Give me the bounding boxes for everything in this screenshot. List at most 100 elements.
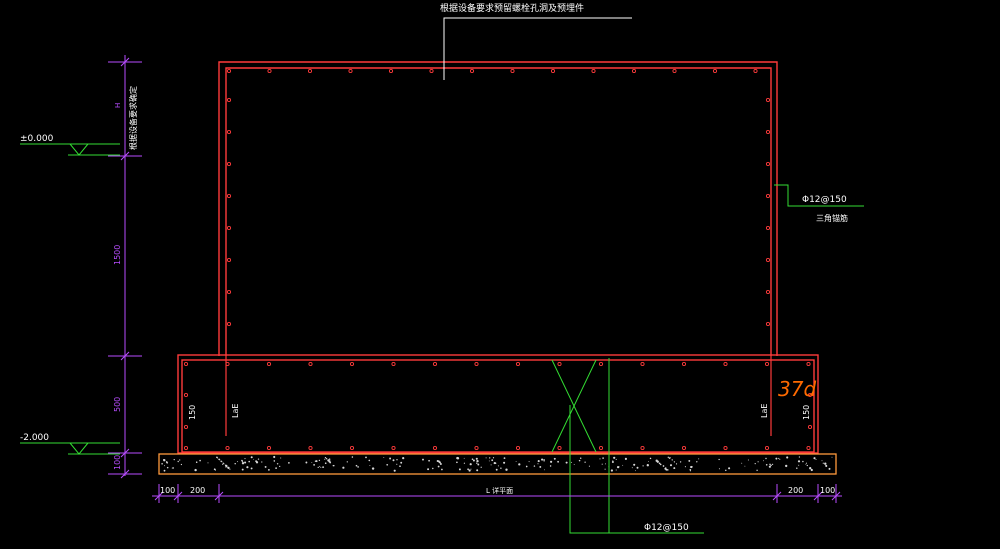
concrete-speckle bbox=[588, 465, 590, 467]
rebar-dot bbox=[432, 445, 438, 451]
dim-h-200-right: 200 bbox=[788, 486, 803, 495]
height-note-2: 根据设备要求确定 bbox=[128, 86, 138, 150]
concrete-speckle bbox=[549, 465, 552, 467]
rebar-dot bbox=[764, 445, 770, 451]
rebar-dot bbox=[598, 361, 604, 367]
concrete-speckle bbox=[754, 463, 756, 465]
rebar-dot bbox=[474, 445, 479, 451]
concrete-speckle bbox=[428, 459, 430, 462]
handwritten-note: 37d bbox=[778, 377, 816, 401]
concrete-speckle bbox=[396, 459, 398, 461]
concrete-speckle bbox=[273, 455, 276, 459]
level-bottom: -2.000 bbox=[20, 433, 49, 443]
concrete-speckle bbox=[579, 457, 582, 459]
concrete-speckle bbox=[324, 457, 327, 459]
concrete-speckle bbox=[802, 460, 804, 463]
rebar-dot bbox=[432, 361, 438, 367]
wall-rebar-note: 三角锚筋 bbox=[816, 213, 848, 223]
concrete-speckle bbox=[371, 467, 375, 470]
concrete-speckle bbox=[684, 466, 686, 468]
concrete-speckle bbox=[811, 468, 813, 471]
rebar-dot bbox=[765, 225, 771, 231]
concrete-speckle bbox=[537, 460, 540, 463]
concrete-speckle bbox=[762, 460, 764, 462]
concrete-speckle bbox=[515, 460, 517, 462]
rebar-dot bbox=[348, 68, 353, 74]
rebar-dot bbox=[183, 392, 189, 398]
rebar-dot bbox=[226, 97, 232, 103]
concrete-speckle bbox=[392, 459, 395, 462]
concrete-speckle bbox=[223, 463, 225, 465]
concrete-speckle bbox=[635, 470, 636, 472]
rebar-dot bbox=[631, 68, 637, 74]
concrete-speckle bbox=[456, 461, 458, 464]
concrete-speckle bbox=[615, 469, 617, 471]
concrete-speckle bbox=[671, 459, 673, 461]
rebar-dot bbox=[640, 361, 645, 367]
concrete-speckle bbox=[769, 463, 771, 466]
rebar-dot bbox=[226, 129, 232, 135]
rebar-dots bbox=[183, 68, 813, 451]
concrete-speckle bbox=[570, 461, 572, 463]
concrete-speckle bbox=[225, 464, 228, 468]
concrete-speckle bbox=[471, 458, 474, 460]
concrete-speckle bbox=[314, 460, 317, 462]
concrete-speckle bbox=[217, 457, 219, 459]
concrete-speckle bbox=[288, 462, 290, 464]
concrete-speckle bbox=[533, 465, 536, 467]
concrete-speckle bbox=[747, 459, 749, 461]
concrete-speckle bbox=[679, 461, 682, 463]
concrete-speckle bbox=[261, 461, 263, 463]
concrete-speckle bbox=[649, 457, 652, 460]
concrete-speckle bbox=[313, 464, 315, 466]
concrete-speckle bbox=[268, 469, 270, 471]
rebar-dot bbox=[765, 97, 771, 103]
rebar-dot bbox=[640, 445, 645, 451]
concrete-speckle bbox=[537, 463, 539, 465]
concrete-speckle bbox=[250, 456, 253, 459]
concrete-speckle bbox=[541, 458, 544, 461]
concrete-speckle bbox=[765, 457, 767, 460]
concrete-speckle bbox=[346, 461, 348, 463]
rebar-dot bbox=[226, 161, 232, 167]
concrete-speckle bbox=[505, 468, 508, 471]
concrete-speckle bbox=[325, 458, 328, 460]
concrete-speckle bbox=[824, 462, 827, 465]
concrete-speckle bbox=[642, 465, 644, 467]
concrete-speckle bbox=[675, 463, 678, 465]
concrete-speckle bbox=[244, 461, 247, 464]
concrete-speckle bbox=[798, 456, 801, 458]
dim-150-right: 150 bbox=[802, 405, 811, 420]
concrete-speckle bbox=[495, 468, 498, 471]
concrete-speckle bbox=[689, 468, 692, 471]
concrete-speckle bbox=[497, 465, 499, 467]
concrete-speckle bbox=[744, 465, 746, 467]
concrete-speckle bbox=[250, 467, 253, 470]
rebar-dot bbox=[557, 361, 562, 367]
concrete-speckle bbox=[253, 458, 255, 460]
concrete-speckle bbox=[578, 459, 581, 462]
rebar-dot bbox=[308, 361, 313, 367]
concrete-speckle bbox=[179, 459, 181, 461]
concrete-speckle bbox=[525, 465, 528, 468]
rebar-dot bbox=[723, 445, 728, 451]
concrete-speckle bbox=[246, 466, 249, 469]
concrete-speckle bbox=[221, 461, 223, 463]
rebar-dot bbox=[764, 361, 770, 367]
concrete-speckle bbox=[365, 456, 367, 459]
concrete-speckle bbox=[779, 458, 781, 460]
rebar-dot bbox=[226, 257, 232, 263]
concrete-speckle bbox=[257, 458, 260, 460]
concrete-speckle bbox=[171, 467, 173, 469]
concrete-speckle bbox=[237, 461, 239, 463]
concrete-speckle bbox=[797, 460, 801, 463]
concrete-speckle bbox=[602, 457, 604, 459]
rebar-dot bbox=[753, 68, 758, 74]
concrete-speckle bbox=[477, 463, 480, 466]
rebar-dot bbox=[266, 445, 272, 451]
concrete-speckle bbox=[796, 467, 798, 469]
concrete-speckle bbox=[616, 465, 620, 469]
rebar-dot bbox=[391, 361, 396, 367]
concrete-speckle bbox=[476, 469, 479, 472]
concrete-speckle bbox=[386, 463, 389, 466]
